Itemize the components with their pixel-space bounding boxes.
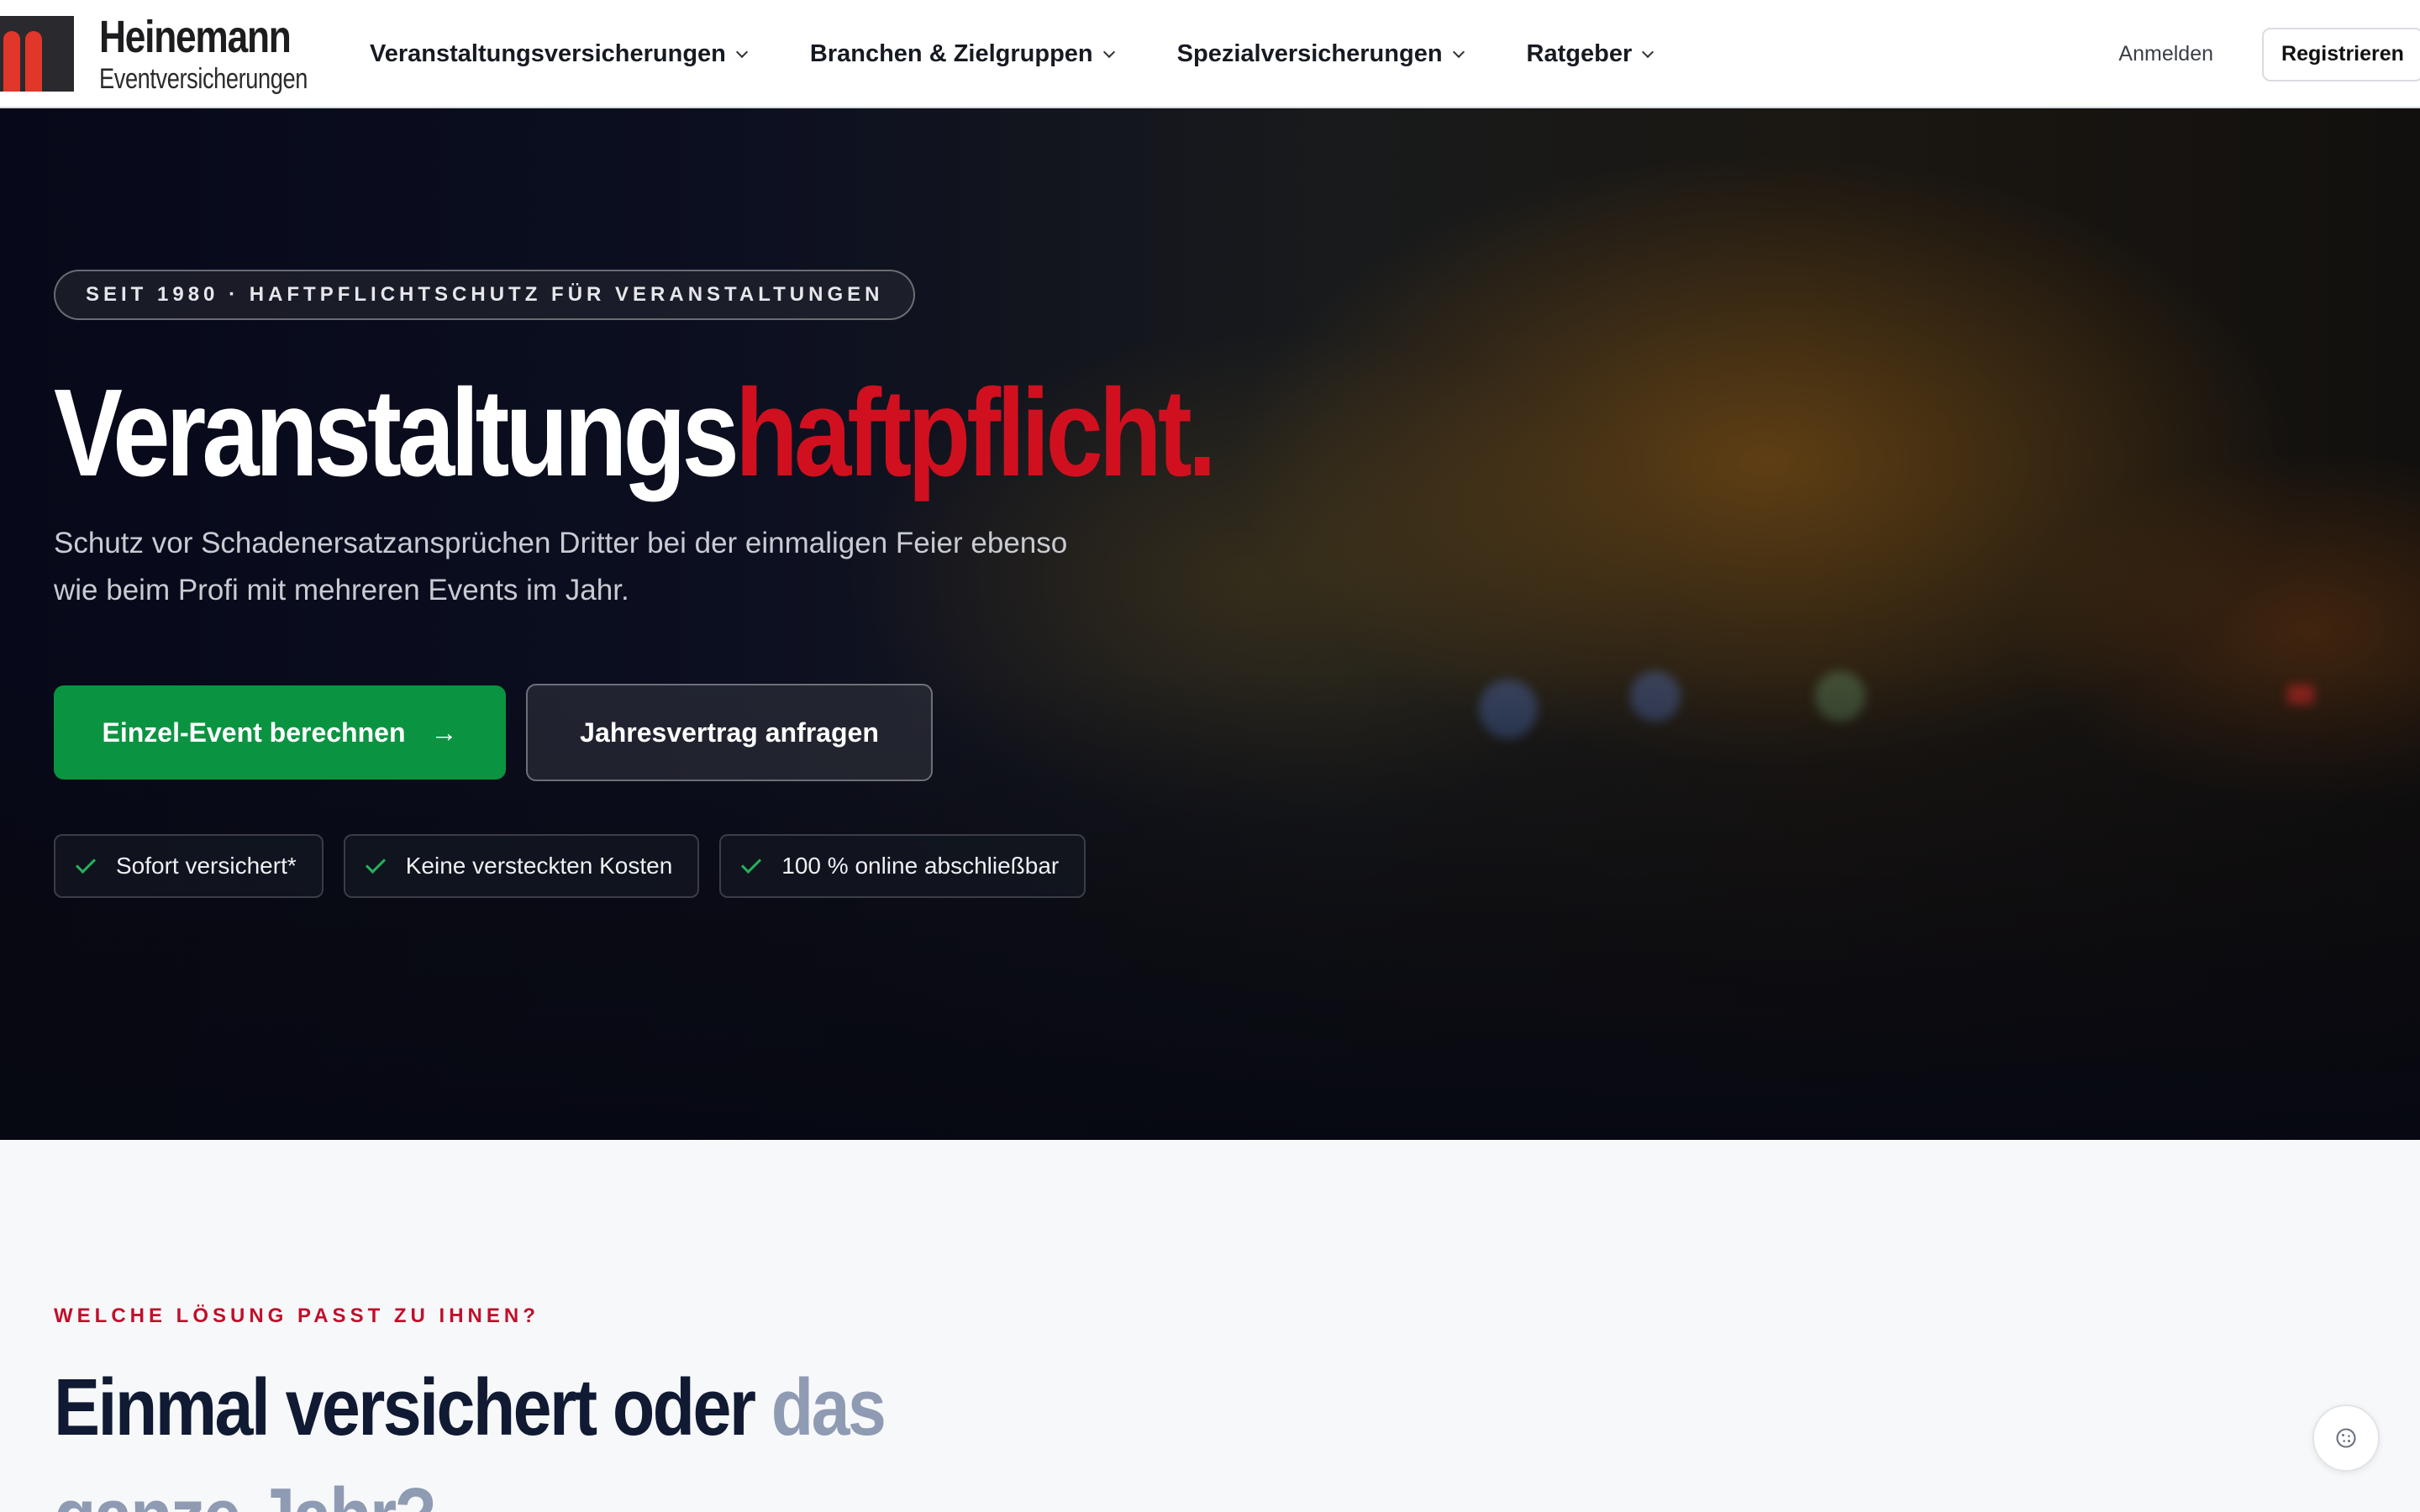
- account-actions: Anmelden Registrieren: [2118, 0, 2420, 108]
- section-eyebrow: WELCHE LÖSUNG PASST ZU IHNEN?: [54, 1305, 539, 1327]
- cookie-settings-button[interactable]: [2312, 1404, 2380, 1472]
- menu-item-label: Ratgeber: [1526, 40, 1633, 67]
- chevron-down-icon: [1452, 45, 1465, 58]
- hero-subtitle: Schutz vor Schadenersatzansprüchen Dritt…: [54, 527, 1068, 606]
- hero-title: Veranstaltungshaftpflicht.: [54, 362, 1217, 505]
- check-icon: [365, 853, 386, 874]
- feature-chip: Sofort versichert*: [54, 834, 324, 898]
- menu-item-branchen[interactable]: Branchen & Zielgruppen: [809, 40, 1115, 68]
- feature-list: Sofort versichert* Keine versteckten Kos…: [54, 834, 1106, 898]
- chevron-down-icon: [1642, 45, 1655, 58]
- login-link[interactable]: Anmelden: [2118, 42, 2213, 66]
- logo-icon: [0, 15, 74, 92]
- feature-chip: Keine versteckten Kosten: [343, 834, 700, 898]
- check-icon: [75, 853, 97, 874]
- top-navbar: Heinemann Eventversicherungen Veranstalt…: [0, 0, 2420, 108]
- brand-name: Heinemann: [99, 11, 292, 62]
- chevron-down-icon: [1102, 45, 1115, 58]
- brand-logo[interactable]: Heinemann Eventversicherungen: [0, 0, 360, 107]
- menu-item-label: Spezialversicherungen: [1176, 40, 1443, 67]
- logo-wordmark: Heinemann Eventversicherungen: [99, 14, 360, 93]
- section-title-main: Einmal versichert oder: [54, 1362, 771, 1452]
- calculate-event-button[interactable]: Einzel-Event berechnen →: [54, 685, 506, 780]
- cookie-icon: [2336, 1428, 2356, 1448]
- chevron-down-icon: [735, 45, 748, 58]
- main-menu: Veranstaltungsversicherungen Branchen & …: [370, 0, 1716, 108]
- menu-item-ratgeber[interactable]: Ratgeber: [1526, 40, 1655, 68]
- hero-title-main: Veranstaltungs: [54, 364, 739, 502]
- hero-section: SEIT 1980 · HAFTPFLICHTSCHUTZ FÜR VERANS…: [0, 108, 2420, 1140]
- annual-contract-label: Jahresvertrag anfragen: [580, 717, 879, 748]
- register-button[interactable]: Registrieren: [2262, 27, 2420, 81]
- solution-section: WELCHE LÖSUNG PASST ZU IHNEN? Einmal ver…: [0, 1140, 2420, 1512]
- feature-label: 100 % online abschließbar: [781, 853, 1060, 879]
- section-title: Einmal versichert oder das ganze Jahr?: [54, 1353, 1007, 1512]
- menu-item-label: Branchen & Zielgruppen: [809, 40, 1093, 67]
- arrow-right-icon: →: [430, 717, 458, 748]
- menu-item-veranstaltungsversicherungen[interactable]: Veranstaltungsversicherungen: [370, 40, 748, 68]
- menu-item-spezialversicherungen[interactable]: Spezialversicherungen: [1176, 40, 1465, 68]
- feature-label: Sofort versichert*: [116, 853, 297, 879]
- hero-tagline-badge: SEIT 1980 · HAFTPFLICHTSCHUTZ FÜR VERANS…: [54, 270, 916, 320]
- brand-tagline: Eventversicherungen: [99, 62, 308, 95]
- menu-item-label: Veranstaltungsversicherungen: [370, 40, 726, 67]
- annual-contract-button[interactable]: Jahresvertrag anfragen: [526, 684, 933, 781]
- calculate-event-label: Einzel-Event berechnen: [102, 717, 406, 748]
- hero-title-accent: haftpflicht.: [734, 364, 1217, 502]
- feature-chip: 100 % online abschließbar: [719, 834, 1086, 898]
- feature-label: Keine versteckten Kosten: [405, 853, 673, 879]
- check-icon: [741, 853, 762, 874]
